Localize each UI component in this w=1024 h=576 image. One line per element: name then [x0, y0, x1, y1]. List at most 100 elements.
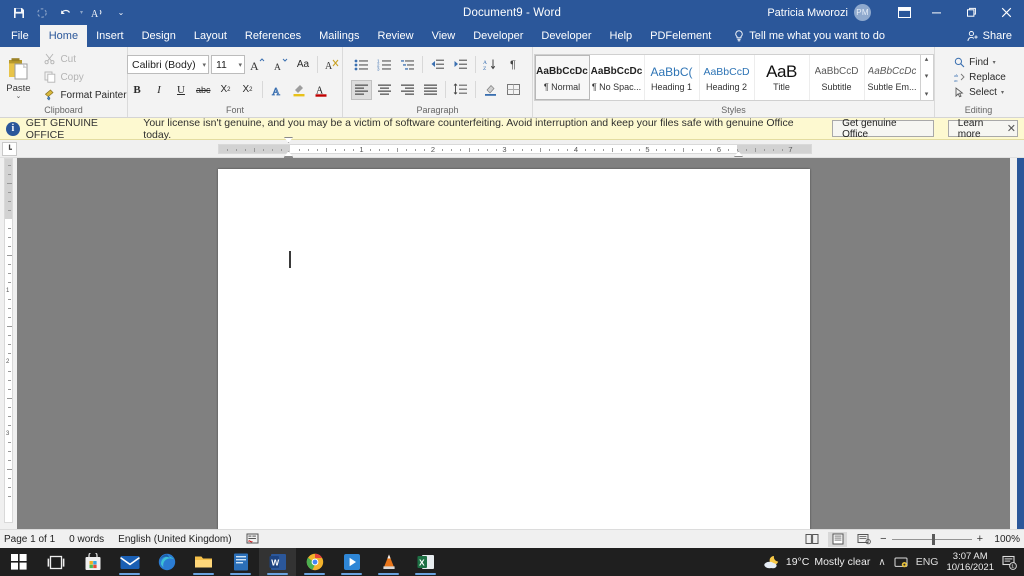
- style-item-title[interactable]: AaB Title: [755, 55, 810, 100]
- language-indicator[interactable]: English (United Kingdom): [118, 534, 231, 545]
- page-indicator[interactable]: Page 1 of 1: [4, 534, 55, 545]
- font-size-combobox[interactable]: 11 ▾: [211, 55, 245, 74]
- document-page[interactable]: [218, 169, 810, 540]
- tab-file[interactable]: File: [0, 25, 40, 47]
- media-player-button[interactable]: [333, 548, 370, 576]
- tab-references[interactable]: References: [236, 25, 310, 47]
- vertical-scrollbar[interactable]: [1010, 158, 1017, 529]
- touch-mouse-mode-icon[interactable]: [31, 3, 53, 23]
- zoom-level-label[interactable]: 100%: [990, 534, 1020, 545]
- shading-button[interactable]: [480, 80, 501, 100]
- close-button[interactable]: [989, 0, 1024, 25]
- align-left-button[interactable]: [351, 80, 372, 100]
- avatar[interactable]: PM: [854, 4, 871, 21]
- italic-button[interactable]: I: [149, 80, 169, 100]
- align-right-button[interactable]: [397, 80, 418, 100]
- grow-font-button[interactable]: A: [247, 55, 268, 75]
- notification-center-icon[interactable]: 1: [1002, 555, 1018, 570]
- tab-stop-selector[interactable]: ┗: [2, 142, 17, 156]
- network-icon[interactable]: [894, 556, 908, 569]
- ribbon-display-options-icon[interactable]: [889, 0, 919, 25]
- paste-dropdown-caret-icon[interactable]: ⌄: [16, 94, 22, 100]
- find-caret-icon[interactable]: ▾: [993, 59, 996, 66]
- start-button[interactable]: [0, 548, 37, 576]
- tab-help[interactable]: Help: [601, 25, 642, 47]
- shrink-font-button[interactable]: A: [270, 55, 291, 75]
- style-item-subtitle[interactable]: AaBbCcD Subtitle: [810, 55, 865, 100]
- line-and-paragraph-spacing-button[interactable]: [450, 80, 471, 100]
- microsoft-excel-button[interactable]: X: [407, 548, 444, 576]
- account-user-name[interactable]: Patricia Mworozi: [767, 7, 848, 19]
- subscript-button[interactable]: X2: [216, 80, 236, 100]
- tab-home[interactable]: Home: [40, 25, 87, 47]
- font-color-button[interactable]: A: [311, 80, 331, 100]
- language-indicator[interactable]: ENG: [916, 556, 939, 568]
- style-item-heading-1[interactable]: AaBbC( Heading 1: [645, 55, 700, 100]
- clock[interactable]: 3:07 AM 10/16/2021: [946, 551, 994, 573]
- numbering-button[interactable]: 123: [374, 55, 395, 75]
- styles-gallery-scroll[interactable]: ▴ ▾ ▾: [921, 54, 934, 101]
- change-case-button[interactable]: Aa: [293, 55, 313, 75]
- justify-button[interactable]: [420, 80, 441, 100]
- styles-more-icon[interactable]: ▾: [925, 91, 929, 99]
- format-painter-button[interactable]: Format Painter: [41, 87, 129, 104]
- proofing-errors-icon[interactable]: [246, 533, 259, 545]
- zoom-track[interactable]: [892, 539, 972, 540]
- restore-button[interactable]: [954, 0, 989, 25]
- scroll-down-icon[interactable]: ▾: [925, 73, 929, 81]
- clear-all-formatting-button[interactable]: A: [322, 55, 343, 75]
- sort-button[interactable]: AZ: [480, 55, 501, 75]
- weather-widget[interactable]: 19°C Mostly clear: [763, 554, 870, 570]
- tab-pdfelement[interactable]: PDFelement: [641, 25, 720, 47]
- undo-dropdown-caret-icon[interactable]: ▾: [77, 3, 86, 23]
- close-notification-icon[interactable]: ✕: [1007, 122, 1016, 135]
- first-line-indent-marker[interactable]: [284, 137, 293, 143]
- bullets-button[interactable]: [351, 55, 372, 75]
- tell-me-search[interactable]: Tell me what you want to do: [726, 25, 893, 47]
- find-button[interactable]: Find ▾: [951, 55, 1009, 70]
- vlc-player-button[interactable]: [370, 548, 407, 576]
- zoom-slider[interactable]: − +: [880, 533, 983, 545]
- microsoft-word-button[interactable]: W: [259, 548, 296, 576]
- document-canvas[interactable]: [17, 158, 1017, 529]
- cut-button[interactable]: Cut: [41, 51, 129, 68]
- borders-button[interactable]: [503, 80, 524, 100]
- bold-button[interactable]: B: [127, 80, 147, 100]
- vertical-ruler[interactable]: 123: [0, 158, 17, 529]
- save-icon[interactable]: [8, 3, 30, 23]
- tab-review[interactable]: Review: [369, 25, 423, 47]
- style-item-no-spacing[interactable]: AaBbCcDc ¶ No Spac...: [590, 55, 645, 100]
- decrease-indent-button[interactable]: [427, 55, 448, 75]
- paste-button[interactable]: Paste ⌄: [0, 54, 39, 100]
- font-name-combobox[interactable]: Calibri (Body) ▾: [127, 55, 209, 74]
- tab-design[interactable]: Design: [133, 25, 185, 47]
- tab-developer-2[interactable]: Developer: [532, 25, 600, 47]
- show-hidden-icons-chevron-icon[interactable]: ∧: [878, 557, 885, 568]
- zoom-out-button[interactable]: −: [880, 533, 886, 545]
- microsoft-store-button[interactable]: [74, 548, 111, 576]
- horizontal-ruler[interactable]: ┗ 1234567: [0, 140, 1024, 158]
- strikethrough-button[interactable]: abc: [193, 80, 214, 100]
- microsoft-edge-button[interactable]: [148, 548, 185, 576]
- style-item-subtle-emphasis[interactable]: AaBbCcDc Subtle Em...: [865, 55, 920, 100]
- tab-developer[interactable]: Developer: [464, 25, 532, 47]
- tab-insert[interactable]: Insert: [87, 25, 133, 47]
- word-count[interactable]: 0 words: [69, 534, 104, 545]
- web-layout-view-button[interactable]: [854, 532, 873, 547]
- style-item-normal[interactable]: AaBbCcDc ¶ Normal: [535, 55, 590, 100]
- tab-view[interactable]: View: [423, 25, 465, 47]
- superscript-button[interactable]: X2: [238, 80, 258, 100]
- text-highlight-color-button[interactable]: [289, 80, 309, 100]
- increase-indent-button[interactable]: [450, 55, 471, 75]
- copy-button[interactable]: Copy: [41, 69, 129, 86]
- underline-button[interactable]: U: [171, 80, 191, 100]
- align-center-button[interactable]: [374, 80, 395, 100]
- share-button[interactable]: Share: [961, 25, 1018, 47]
- multilevel-list-button[interactable]: [397, 55, 418, 75]
- select-caret-icon[interactable]: ▾: [1001, 89, 1004, 96]
- tab-mailings[interactable]: Mailings: [310, 25, 368, 47]
- minimize-button[interactable]: [919, 0, 954, 25]
- show-formatting-marks-button[interactable]: ¶: [503, 55, 523, 75]
- task-view-button[interactable]: [37, 548, 74, 576]
- scroll-up-icon[interactable]: ▴: [925, 56, 929, 64]
